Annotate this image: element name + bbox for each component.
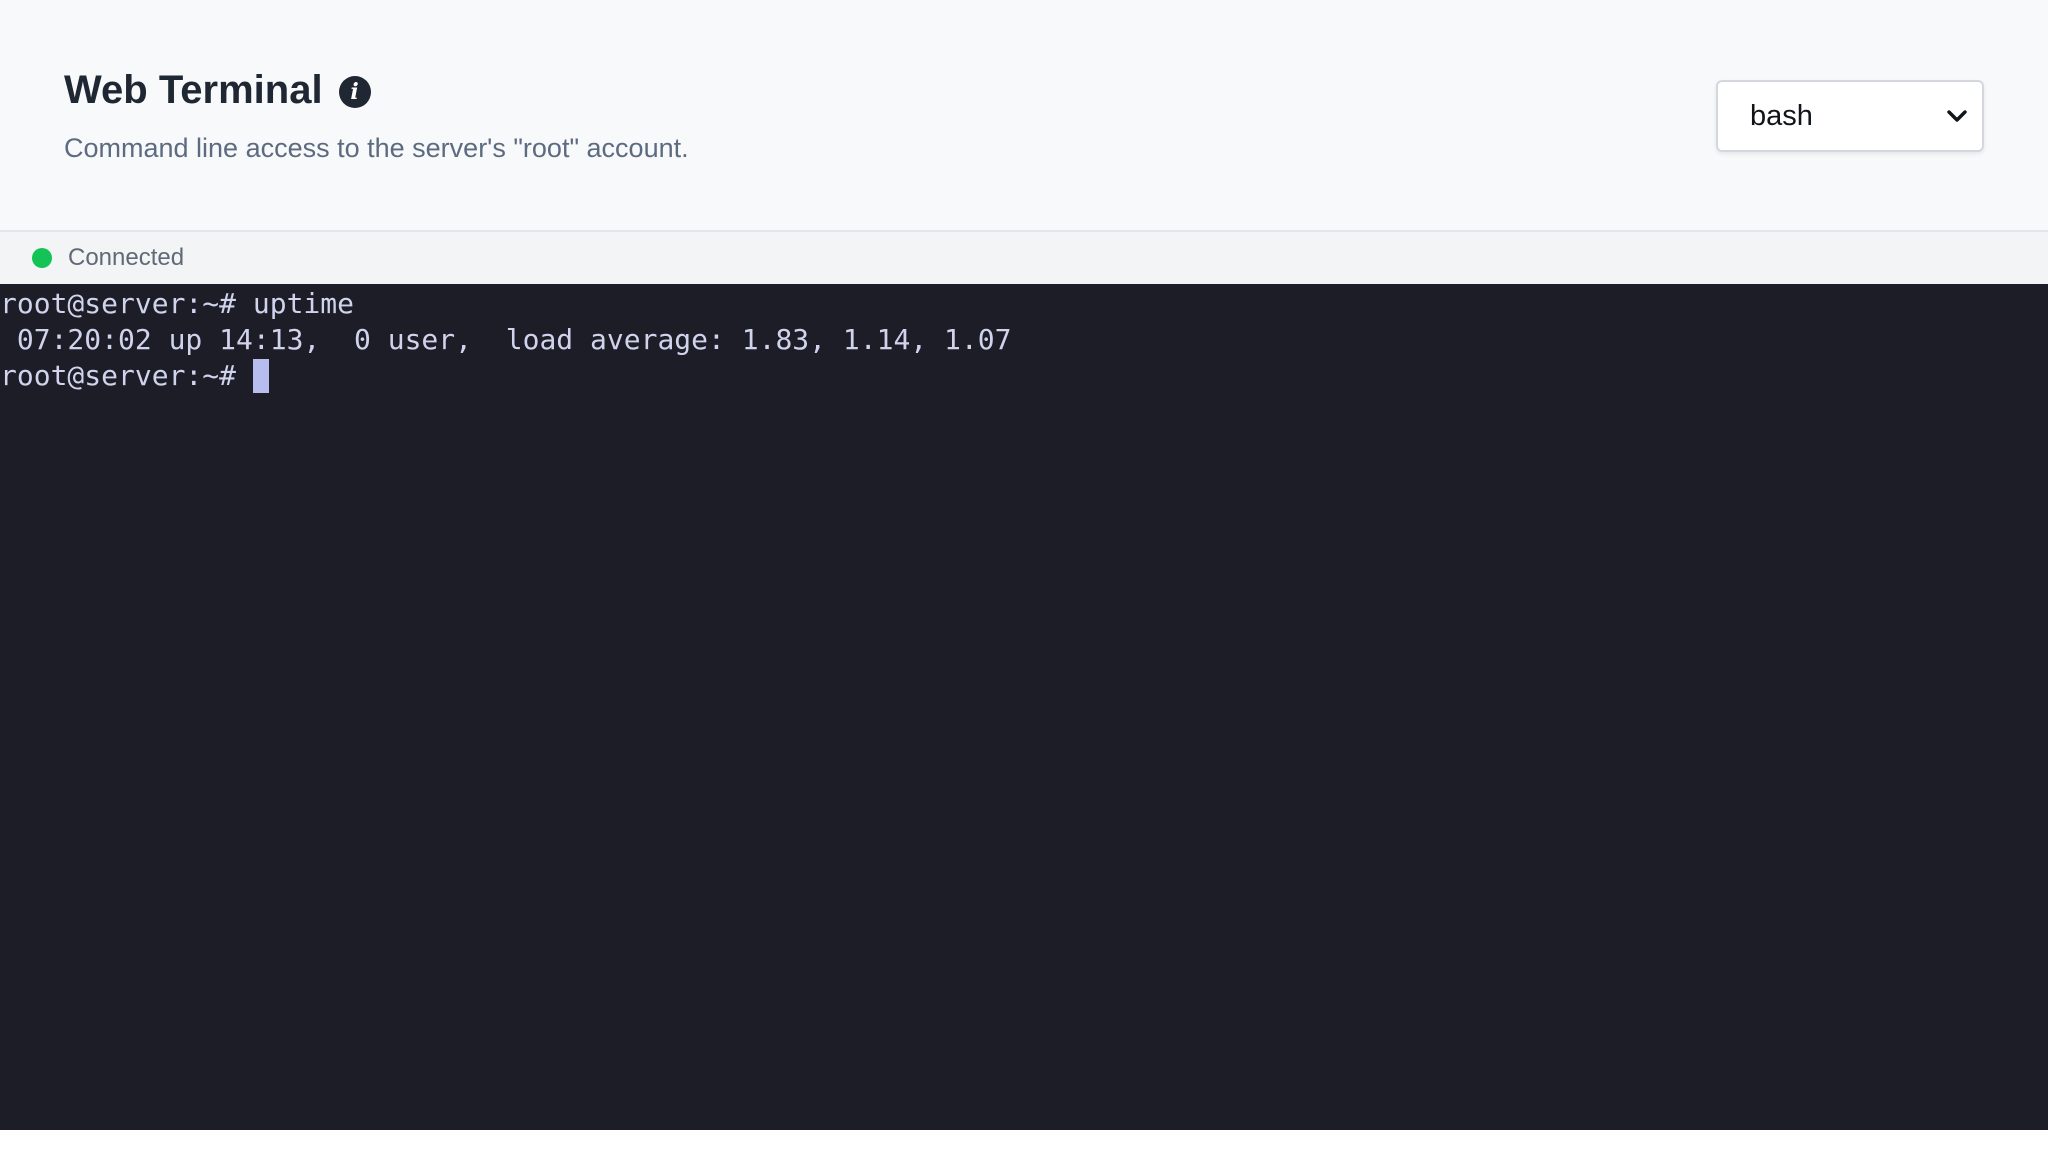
terminal-cursor [252,359,269,393]
shell-select-value: bash [1750,99,1813,132]
page-title: Web Terminal [64,68,323,112]
terminal-screen[interactable]: root@server:~# uptime 07:20:02 up 14:13,… [0,284,2048,1130]
title-row: Web Terminal i [64,64,371,116]
page-header: Web Terminal i Command line access to th… [0,0,2048,232]
status-dot-icon [32,248,52,268]
connection-status-bar: Connected [0,232,2048,284]
status-text: Connected [68,244,185,271]
terminal-line: 07:20:02 up 14:13, 0 user, load average:… [0,323,1012,356]
info-icon[interactable]: i [338,76,371,108]
terminal-line: root@server:~# uptime [0,287,355,320]
chevron-down-icon [1946,105,1968,127]
terminal-prompt-line: root@server:~# [0,358,269,394]
page-subtitle: Command line access to the server's "roo… [64,133,689,163]
shell-select[interactable]: bash [1716,80,1984,152]
